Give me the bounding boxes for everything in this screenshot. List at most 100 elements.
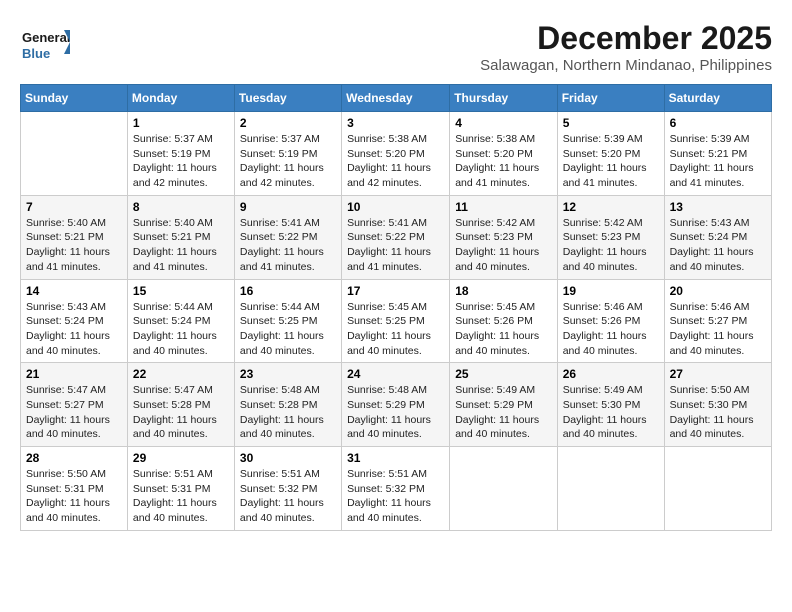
day-detail: Sunrise: 5:41 AMSunset: 5:22 PMDaylight:…	[240, 216, 336, 275]
day-detail: Sunrise: 5:39 AMSunset: 5:20 PMDaylight:…	[563, 132, 659, 191]
day-detail: Sunrise: 5:50 AMSunset: 5:31 PMDaylight:…	[26, 467, 122, 526]
title-area: December 2025 Salawagan, Northern Mindan…	[480, 20, 772, 74]
day-number: 15	[133, 284, 229, 298]
month-year-title: December 2025	[480, 20, 772, 57]
day-detail: Sunrise: 5:43 AMSunset: 5:24 PMDaylight:…	[670, 216, 766, 275]
day-number: 28	[26, 451, 122, 465]
calendar-header-row: SundayMondayTuesdayWednesdayThursdayFrid…	[21, 85, 772, 112]
calendar-cell: 27Sunrise: 5:50 AMSunset: 5:30 PMDayligh…	[664, 363, 771, 447]
day-detail: Sunrise: 5:49 AMSunset: 5:30 PMDaylight:…	[563, 383, 659, 442]
day-number: 9	[240, 200, 336, 214]
calendar-cell: 15 Sunrise: 5:44 AMSunset: 5:24 PMDayligh…	[127, 279, 234, 363]
calendar-cell: 8 Sunrise: 5:40 AMSunset: 5:21 PMDaylight…	[127, 195, 234, 279]
header-wednesday: Wednesday	[342, 85, 450, 112]
day-number: 25	[455, 367, 551, 381]
day-number: 5	[563, 116, 659, 130]
day-detail: Sunrise: 5:51 AMSunset: 5:31 PMDaylight:…	[133, 467, 229, 526]
day-detail: Sunrise: 5:39 AMSunset: 5:21 PMDaylight:…	[670, 132, 766, 191]
calendar-cell: 20 Sunrise: 5:46 AMSunset: 5:27 PMDayligh…	[664, 279, 771, 363]
calendar-cell: 14Sunrise: 5:43 AMSunset: 5:24 PMDayligh…	[21, 279, 128, 363]
day-number: 13	[670, 200, 766, 214]
svg-text:General: General	[22, 30, 70, 45]
day-detail: Sunrise: 5:38 AMSunset: 5:20 PMDaylight:…	[455, 132, 551, 191]
calendar-cell: 19Sunrise: 5:46 AMSunset: 5:26 PMDayligh…	[557, 279, 664, 363]
day-detail: Sunrise: 5:42 AMSunset: 5:23 PMDaylight:…	[563, 216, 659, 275]
calendar-cell: 21Sunrise: 5:47 AMSunset: 5:27 PMDayligh…	[21, 363, 128, 447]
day-detail: Sunrise: 5:45 AMSunset: 5:25 PMDaylight:…	[347, 300, 444, 359]
day-number: 8	[133, 200, 229, 214]
day-detail: Sunrise: 5:48 AMSunset: 5:29 PMDaylight:…	[347, 383, 444, 442]
day-number: 18	[455, 284, 551, 298]
day-detail: Sunrise: 5:40 AMSunset: 5:21 PMDaylight:…	[133, 216, 229, 275]
calendar-cell	[664, 447, 771, 531]
calendar-cell: 25 Sunrise: 5:49 AMSunset: 5:29 PMDayligh…	[450, 363, 557, 447]
day-number: 23	[240, 367, 336, 381]
calendar-week-row: 14Sunrise: 5:43 AMSunset: 5:24 PMDayligh…	[21, 279, 772, 363]
calendar-cell: 12 Sunrise: 5:42 AMSunset: 5:23 PMDayligh…	[557, 195, 664, 279]
day-detail: Sunrise: 5:44 AMSunset: 5:25 PMDaylight:…	[240, 300, 336, 359]
calendar-cell: 18 Sunrise: 5:45 AMSunset: 5:26 PMDayligh…	[450, 279, 557, 363]
calendar-cell: 30 Sunrise: 5:51 AMSunset: 5:32 PMDayligh…	[234, 447, 341, 531]
day-detail: Sunrise: 5:47 AMSunset: 5:28 PMDaylight:…	[133, 383, 229, 442]
calendar-cell: 9 Sunrise: 5:41 AMSunset: 5:22 PMDaylight…	[234, 195, 341, 279]
calendar-cell: 17 Sunrise: 5:45 AMSunset: 5:25 PMDayligh…	[342, 279, 450, 363]
day-detail: Sunrise: 5:45 AMSunset: 5:26 PMDaylight:…	[455, 300, 551, 359]
calendar-table: SundayMondayTuesdayWednesdayThursdayFrid…	[20, 84, 772, 531]
day-number: 7	[26, 200, 122, 214]
day-detail: Sunrise: 5:51 AMSunset: 5:32 PMDaylight:…	[240, 467, 336, 526]
calendar-cell: 7Sunrise: 5:40 AMSunset: 5:21 PMDaylight…	[21, 195, 128, 279]
calendar-cell: 4 Sunrise: 5:38 AMSunset: 5:20 PMDaylight…	[450, 112, 557, 196]
location-subtitle: Salawagan, Northern Mindanao, Philippine…	[480, 57, 772, 74]
header-thursday: Thursday	[450, 85, 557, 112]
day-number: 12	[563, 200, 659, 214]
day-detail: Sunrise: 5:41 AMSunset: 5:22 PMDaylight:…	[347, 216, 444, 275]
day-number: 16	[240, 284, 336, 298]
page-header: General Blue December 2025 Salawagan, No…	[20, 20, 772, 74]
logo: General Blue	[20, 20, 70, 70]
day-detail: Sunrise: 5:43 AMSunset: 5:24 PMDaylight:…	[26, 300, 122, 359]
day-detail: Sunrise: 5:51 AMSunset: 5:32 PMDaylight:…	[347, 467, 444, 526]
day-number: 21	[26, 367, 122, 381]
calendar-cell: 13 Sunrise: 5:43 AMSunset: 5:24 PMDayligh…	[664, 195, 771, 279]
day-number: 27	[670, 367, 766, 381]
day-number: 26	[563, 367, 659, 381]
day-number: 30	[240, 451, 336, 465]
day-detail: Sunrise: 5:49 AMSunset: 5:29 PMDaylight:…	[455, 383, 551, 442]
calendar-week-row: 7 Sunrise: 5:40 AMSunset: 5:21 PMDaylight…	[21, 195, 772, 279]
header-friday: Friday	[557, 85, 664, 112]
calendar-cell: 28 Sunrise: 5:50 AMSunset: 5:31 PMDayligh…	[21, 447, 128, 531]
calendar-cell: 1Sunrise: 5:37 AMSunset: 5:19 PMDaylight…	[127, 112, 234, 196]
calendar-cell	[21, 112, 128, 196]
calendar-cell: 5 Sunrise: 5:39 AMSunset: 5:20 PMDaylight…	[557, 112, 664, 196]
day-detail: Sunrise: 5:46 AMSunset: 5:27 PMDaylight:…	[670, 300, 766, 359]
day-number: 6	[670, 116, 766, 130]
calendar-cell: 24 Sunrise: 5:48 AMSunset: 5:29 PMDayligh…	[342, 363, 450, 447]
day-detail: Sunrise: 5:48 AMSunset: 5:28 PMDaylight:…	[240, 383, 336, 442]
calendar-week-row: 21Sunrise: 5:47 AMSunset: 5:27 PMDayligh…	[21, 363, 772, 447]
day-number: 31	[347, 451, 444, 465]
day-number: 29	[133, 451, 229, 465]
calendar-cell: 23 Sunrise: 5:48 AMSunset: 5:28 PMDayligh…	[234, 363, 341, 447]
calendar-cell: 10Sunrise: 5:41 AMSunset: 5:22 PMDayligh…	[342, 195, 450, 279]
day-number: 1	[133, 116, 229, 130]
day-number: 2	[240, 116, 336, 130]
day-number: 11	[455, 200, 551, 214]
day-number: 17	[347, 284, 444, 298]
day-number: 4	[455, 116, 551, 130]
calendar-cell: 2Sunrise: 5:37 AMSunset: 5:19 PMDaylight…	[234, 112, 341, 196]
calendar-cell	[450, 447, 557, 531]
day-detail: Sunrise: 5:46 AMSunset: 5:26 PMDaylight:…	[563, 300, 659, 359]
calendar-cell	[557, 447, 664, 531]
calendar-week-row: 1Sunrise: 5:37 AMSunset: 5:19 PMDaylight…	[21, 112, 772, 196]
day-number: 3	[347, 116, 444, 130]
calendar-cell: 22Sunrise: 5:47 AMSunset: 5:28 PMDayligh…	[127, 363, 234, 447]
svg-text:Blue: Blue	[22, 46, 50, 61]
day-number: 24	[347, 367, 444, 381]
day-number: 20	[670, 284, 766, 298]
header-tuesday: Tuesday	[234, 85, 341, 112]
calendar-cell: 29 Sunrise: 5:51 AMSunset: 5:31 PMDayligh…	[127, 447, 234, 531]
calendar-week-row: 28 Sunrise: 5:50 AMSunset: 5:31 PMDayligh…	[21, 447, 772, 531]
calendar-cell: 26 Sunrise: 5:49 AMSunset: 5:30 PMDayligh…	[557, 363, 664, 447]
day-detail: Sunrise: 5:44 AMSunset: 5:24 PMDaylight:…	[133, 300, 229, 359]
day-detail: Sunrise: 5:38 AMSunset: 5:20 PMDaylight:…	[347, 132, 444, 191]
